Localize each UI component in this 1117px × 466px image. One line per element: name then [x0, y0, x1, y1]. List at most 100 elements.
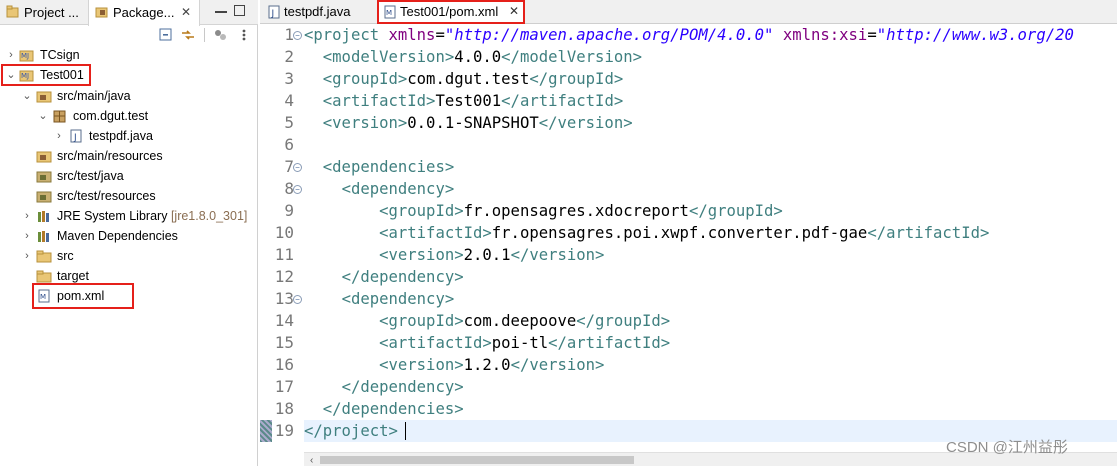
xml-source-editor[interactable]: <project xmlns="http://maven.apache.org/… [304, 24, 1117, 452]
line-number: 9 [284, 201, 294, 220]
maximize-view-button[interactable] [234, 5, 245, 16]
code-line: <version>2.0.1</version> [379, 246, 605, 264]
xml-text: Test001 [435, 92, 502, 110]
folder-icon [36, 250, 52, 263]
java-file-icon: J [70, 129, 82, 143]
tree-item-decoration: [jre1.8.0_301] [170, 209, 248, 223]
line-number: 16 [274, 355, 294, 374]
fold-collapse-icon[interactable]: − [293, 31, 302, 40]
link-with-editor-icon[interactable] [180, 27, 196, 43]
highlight-box-test001 [1, 64, 91, 86]
tree-item-tcsign[interactable]: › MJ TCsign [0, 45, 256, 65]
code-line: <dependency> [341, 180, 455, 198]
tree-item-src-main-java[interactable]: ⌄ src/main/java [0, 86, 256, 106]
xml-text: 4.0.0 [454, 48, 502, 66]
collapse-all-icon[interactable] [158, 27, 174, 43]
maven-project-icon: MJ [19, 50, 34, 62]
line-number: 2 [284, 47, 294, 66]
tree-item-package[interactable]: ⌄ com.dgut.test [0, 106, 256, 126]
code-line: <dependencies> [322, 158, 455, 176]
line-number-ruler: 1 2 3 4 5 6 7 8 9 10 11 12 13 14 15 16 1… [260, 24, 302, 452]
tree-item-label: JRE System Library [jre1.8.0_301] [57, 206, 247, 226]
minimize-view-button[interactable] [214, 4, 228, 20]
source-folder-icon [36, 91, 52, 103]
view-menu-icon[interactable] [236, 27, 252, 43]
source-folder-icon [36, 151, 52, 163]
scrollbar-thumb[interactable] [320, 456, 634, 464]
line-number: 5 [284, 113, 294, 132]
focus-icon[interactable] [212, 27, 228, 43]
xml-text: 2.0.1 [463, 246, 511, 264]
tab-testpdf-java[interactable]: J testpdf.java [262, 0, 370, 24]
xml-attribute: xmlns [388, 26, 436, 44]
editor-tab-bar: J testpdf.java M Test001/pom.xml ✕ [260, 0, 1117, 25]
fold-collapse-icon[interactable]: − [293, 163, 302, 172]
package-icon [53, 110, 66, 123]
line-number: 15 [274, 333, 294, 352]
tree-item-testpdf-java[interactable]: › J testpdf.java [0, 126, 256, 146]
java-file-icon: J [268, 5, 280, 19]
xml-attribute-value: "http://maven.apache.org/POM/4.0.0" [444, 26, 774, 44]
line-number: 3 [284, 69, 294, 88]
code-line: <groupId>com.deepoove</groupId> [379, 312, 671, 330]
project-explorer-icon [6, 5, 19, 18]
explorer-tab-bar: Project ... Package... ✕ [0, 0, 258, 26]
line-number: 18 [274, 399, 294, 418]
collapse-chevron-icon[interactable]: ⌄ [38, 106, 48, 126]
fold-collapse-icon[interactable]: − [293, 295, 302, 304]
scroll-left-icon[interactable]: ‹ [310, 455, 313, 466]
tree-item-label: src/main/resources [57, 149, 163, 163]
code-line: <artifactId>fr.opensagres.poi.xwpf.conve… [379, 224, 990, 242]
package-explorer-view: Project ... Package... ✕ › MJ TCsign ⌄ M… [0, 0, 258, 466]
tree-item-name: JRE System Library [57, 209, 168, 223]
xml-text: 1.2.0 [463, 356, 511, 374]
tree-item-label: TCsign [40, 48, 80, 62]
tree-item-label: src/test/resources [57, 189, 156, 203]
code-line: </dependencies> [322, 400, 464, 418]
tab-package-explorer[interactable]: Package... ✕ [88, 0, 200, 26]
code-line: </dependency> [341, 378, 464, 396]
tab-project-explorer[interactable]: Project ... [0, 0, 86, 25]
fold-collapse-icon[interactable]: − [293, 185, 302, 194]
expand-chevron-icon[interactable]: › [6, 45, 16, 65]
xml-text: 0.0.1-SNAPSHOT [407, 114, 539, 132]
tree-item-src-test-java[interactable]: src/test/java [0, 166, 256, 186]
code-line: <artifactId>Test001</artifactId> [322, 92, 624, 110]
xml-text: com.dgut.test [407, 70, 530, 88]
code-line: <dependency> [341, 290, 455, 308]
tree-item-src-test-resources[interactable]: src/test/resources [0, 186, 256, 206]
source-folder-icon [36, 191, 52, 203]
line-number: 14 [274, 311, 294, 330]
tree-item-jre-library[interactable]: › JRE System Library [jre1.8.0_301] [0, 206, 256, 226]
line-number: 6 [284, 135, 294, 154]
expand-chevron-icon[interactable]: › [22, 206, 32, 226]
line-number: 7 [284, 157, 294, 176]
tree-item-label: Maven Dependencies [57, 229, 178, 243]
xml-text: fr.opensagres.poi.xwpf.converter.pdf-gae [491, 224, 868, 242]
editor-area: J testpdf.java M Test001/pom.xml ✕ 1 2 3… [260, 0, 1117, 466]
library-icon [38, 211, 49, 222]
expand-chevron-icon[interactable]: › [22, 226, 32, 246]
expand-chevron-icon[interactable]: › [22, 246, 32, 266]
line-number: 1 [284, 25, 294, 44]
tree-item-src-main-resources[interactable]: src/main/resources [0, 146, 256, 166]
xml-attribute: xmlns:xsi [782, 26, 868, 44]
tree-item-src[interactable]: › src [0, 246, 256, 266]
expand-chevron-icon[interactable]: › [54, 126, 64, 146]
tree-item-label: testpdf.java [89, 129, 153, 143]
svg-text:J: J [271, 9, 275, 19]
toolbar-separator [204, 28, 205, 42]
code-line: <groupId>com.dgut.test</groupId> [322, 70, 624, 88]
tree-item-label: src/test/java [57, 169, 124, 183]
tree-item-maven-dependencies[interactable]: › Maven Dependencies [0, 226, 256, 246]
collapse-chevron-icon[interactable]: ⌄ [22, 86, 32, 106]
tree-item-label: com.dgut.test [73, 109, 149, 123]
xml-text: fr.opensagres.xdocreport [463, 202, 689, 220]
current-line-marker [260, 420, 272, 442]
xml-tag: <project [304, 26, 380, 44]
code-line: <groupId>fr.opensagres.xdocreport</group… [379, 202, 783, 220]
xml-text: poi-tl [491, 334, 549, 352]
close-icon[interactable]: ✕ [181, 6, 191, 18]
svg-text:J: J [73, 133, 77, 143]
text-caret [405, 422, 406, 440]
